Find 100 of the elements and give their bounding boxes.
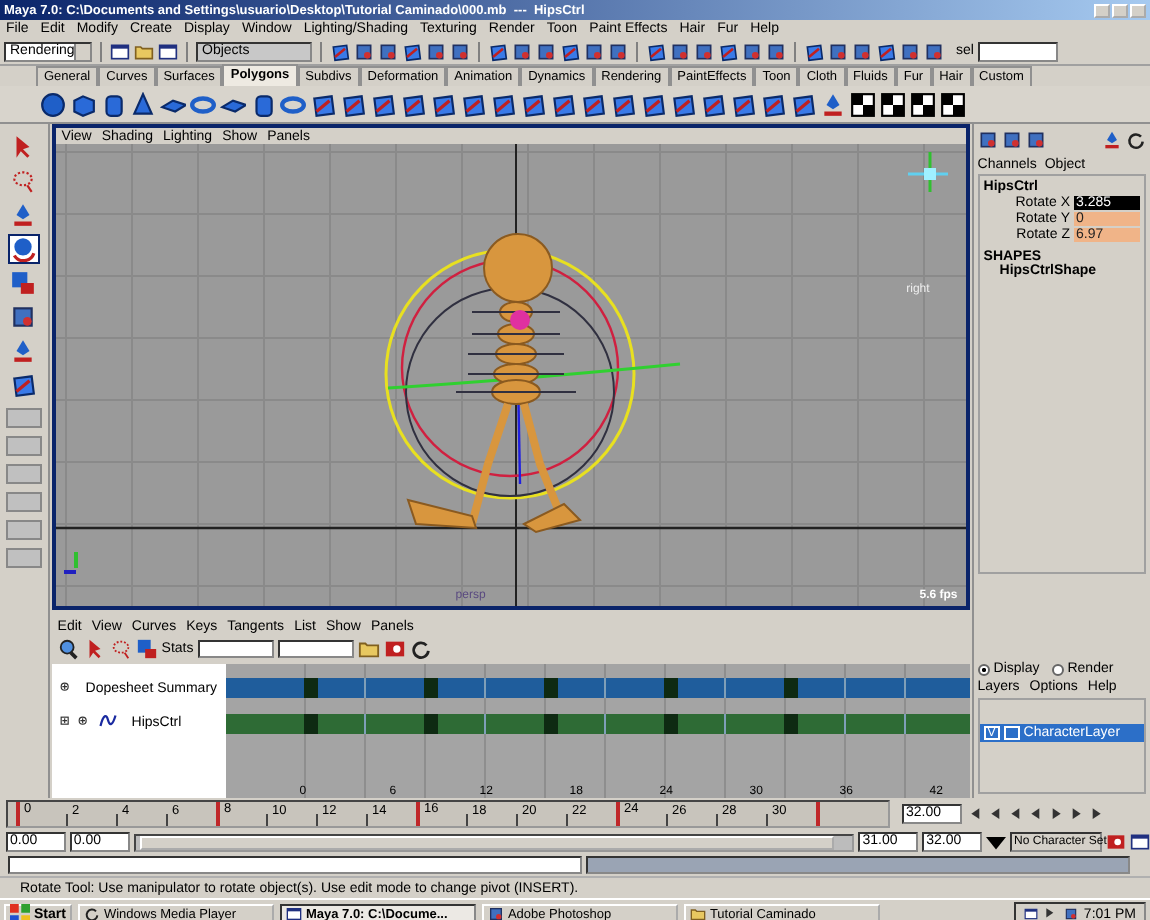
keyframe-marker[interactable] [423, 714, 438, 734]
lasso-icon[interactable] [109, 638, 132, 660]
keyframe-marker[interactable] [543, 714, 558, 734]
polygon-tool-icon[interactable] [580, 91, 606, 117]
tool-icon[interactable] [450, 41, 470, 61]
dropdown-arrow-icon[interactable] [986, 832, 1007, 852]
tool-icon[interactable] [900, 41, 920, 61]
checker-icon[interactable] [880, 91, 906, 117]
tool-icon[interactable] [584, 41, 604, 61]
stats-field[interactable] [277, 640, 354, 658]
torus-icon[interactable] [280, 91, 306, 117]
radio-button[interactable] [977, 663, 990, 675]
refresh-icon[interactable] [409, 638, 432, 660]
polygon-tool-icon[interactable] [520, 91, 546, 117]
play-icon[interactable] [1043, 906, 1058, 920]
tool-icon[interactable] [828, 41, 848, 61]
keyframe-marker[interactable] [783, 714, 798, 734]
character-rig-drawing[interactable] [406, 233, 582, 534]
polygon-tool-icon[interactable] [550, 91, 576, 117]
keyframe-marker[interactable] [303, 678, 318, 698]
checker-icon[interactable] [850, 91, 876, 117]
tool-icon[interactable] [536, 41, 556, 61]
polygon-tool-icon[interactable] [610, 91, 636, 117]
tool-icon[interactable] [742, 41, 762, 61]
keyframe-marker[interactable] [543, 678, 558, 698]
tool-icon[interactable] [10, 304, 37, 330]
polygon-tool-icon[interactable] [340, 91, 366, 117]
polygon-tool-icon[interactable] [760, 91, 786, 117]
window-icon[interactable] [158, 41, 178, 61]
checker-icon[interactable] [910, 91, 936, 117]
tool-icon[interactable] [670, 41, 690, 61]
polygon-tool-icon[interactable] [330, 41, 350, 61]
radio-button[interactable] [1051, 663, 1064, 675]
cube-icon[interactable] [70, 91, 96, 117]
key-icon[interactable] [1106, 832, 1127, 852]
polygon-tool-icon[interactable] [730, 91, 756, 117]
keyframe-marker[interactable] [303, 714, 318, 734]
expand-icon[interactable] [59, 681, 74, 695]
torus-icon[interactable] [190, 91, 216, 117]
tool-icon[interactable] [852, 41, 872, 61]
polygon-tool-icon[interactable] [560, 41, 580, 61]
polygon-tool-icon[interactable] [718, 41, 738, 61]
tool-icon[interactable] [1063, 906, 1078, 920]
cone-icon[interactable] [130, 91, 156, 117]
key-icon[interactable] [383, 638, 406, 660]
cylinder-icon[interactable] [250, 91, 276, 117]
polygon-tool-icon[interactable] [488, 41, 508, 61]
rotate-tool-icon[interactable] [10, 236, 37, 262]
tool-icon[interactable] [378, 41, 398, 61]
selection-input-field[interactable] [977, 41, 1058, 61]
layer-state-toggle[interactable] [1003, 726, 1020, 740]
keyframe-marker[interactable] [783, 678, 798, 698]
cylinder-icon[interactable] [100, 91, 126, 117]
polygon-tool-icon[interactable] [400, 91, 426, 117]
tool-icon[interactable] [1025, 129, 1046, 149]
tool-icon[interactable] [977, 129, 998, 149]
checker-icon[interactable] [940, 91, 966, 117]
expand-icon[interactable] [77, 715, 92, 729]
keyframe-marker[interactable] [663, 678, 678, 698]
polygon-tool-icon[interactable] [310, 91, 336, 117]
tool-icon[interactable] [766, 41, 786, 61]
tool-icon[interactable] [924, 41, 944, 61]
polygon-tool-icon[interactable] [10, 372, 37, 398]
tool-icon[interactable] [608, 41, 628, 61]
polygon-tool-icon[interactable] [646, 41, 666, 61]
polygon-tool-icon[interactable] [370, 91, 396, 117]
window-icon[interactable] [1023, 906, 1038, 920]
polygon-tool-icon[interactable] [804, 41, 824, 61]
keyframe-marker[interactable] [423, 678, 438, 698]
tool-icon[interactable] [512, 41, 532, 61]
tool-icon[interactable] [694, 41, 714, 61]
polygon-tool-icon[interactable] [670, 91, 696, 117]
window-icon[interactable] [1130, 832, 1150, 852]
folder-icon[interactable] [357, 638, 380, 660]
tool-icon[interactable] [354, 41, 374, 61]
tool-icon[interactable] [1001, 129, 1022, 149]
polygon-tool-icon[interactable] [790, 91, 816, 117]
refresh-icon[interactable] [1126, 129, 1146, 149]
folder-icon[interactable] [134, 41, 154, 61]
range-slider[interactable] [133, 833, 855, 851]
polygon-tool-icon[interactable] [430, 91, 456, 117]
tool-icon[interactable] [426, 41, 446, 61]
sphere-icon[interactable] [40, 91, 66, 117]
rotate-manipulator-drawing[interactable] [384, 248, 680, 500]
lasso-icon[interactable] [10, 168, 37, 194]
polygon-tool-icon[interactable] [402, 41, 422, 61]
polygon-tool-icon[interactable] [640, 91, 666, 117]
range-handle[interactable] [139, 835, 835, 849]
scale-tool-icon[interactable] [135, 638, 158, 660]
scale-tool-icon[interactable] [10, 270, 37, 296]
magnifier-icon[interactable] [57, 638, 80, 660]
polygon-tool-icon[interactable] [700, 91, 726, 117]
command-line-field[interactable] [8, 856, 582, 874]
polygon-tool-icon[interactable] [876, 41, 896, 61]
stats-field[interactable] [197, 640, 274, 658]
polygon-tool-icon[interactable] [490, 91, 516, 117]
expand-icon[interactable] [59, 715, 74, 729]
keyframe-marker[interactable] [663, 714, 678, 734]
window-icon[interactable] [110, 41, 130, 61]
polygon-tool-icon[interactable] [460, 91, 486, 117]
